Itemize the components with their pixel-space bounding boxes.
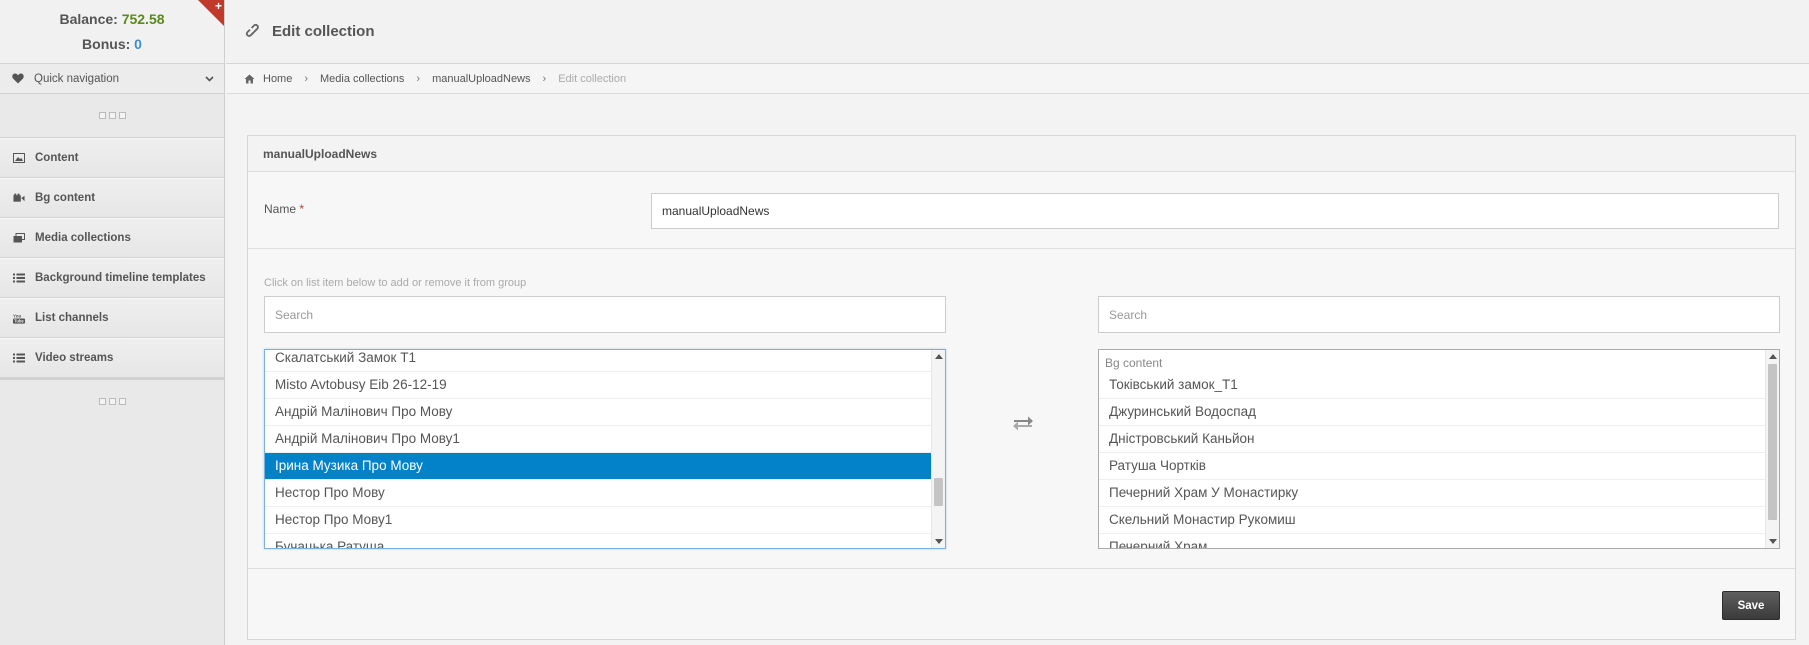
- sidebar-collapse-handle-bottom[interactable]: [0, 378, 224, 422]
- dot-icon: [98, 397, 106, 405]
- selected-items-list[interactable]: Bg content Токівський замок_Т1 Джуринськ…: [1098, 349, 1780, 549]
- plus-icon[interactable]: +: [215, 0, 222, 13]
- list-item[interactable]: Ратуша Чортків: [1099, 453, 1779, 480]
- list-item[interactable]: Токівський замок_Т1: [1099, 372, 1779, 399]
- balance-value: 752.58: [121, 11, 165, 27]
- dot-icon: [108, 112, 116, 119]
- sidebar-item-label: Media collections: [35, 232, 131, 244]
- list-scrollbar[interactable]: [931, 350, 945, 548]
- breadcrumb-collection-link[interactable]: manualUploadNews: [432, 73, 530, 85]
- list-item[interactable]: Бучацька Ратуша: [265, 534, 945, 548]
- sidebar-item-label: List channels: [35, 312, 109, 324]
- sidebar-item-list-channels[interactable]: You Tube List channels: [0, 298, 224, 338]
- dot-icon: [98, 112, 106, 119]
- scroll-up-icon[interactable]: [1769, 354, 1777, 359]
- balance-line: Balance: 752.58: [0, 0, 224, 27]
- quick-navigation-toggle[interactable]: Quick navigation: [0, 64, 224, 94]
- svg-text:Tube: Tube: [14, 318, 24, 323]
- sidebar-item-bg-content[interactable]: Bg content: [0, 178, 224, 218]
- sidebar-item-media-collections[interactable]: Media collections: [0, 218, 224, 258]
- bonus-line: Bonus: 0: [0, 27, 224, 52]
- dot-icon: [118, 112, 126, 119]
- name-input[interactable]: [651, 193, 1779, 229]
- swap-arrows-icon[interactable]: [1011, 413, 1035, 433]
- sidebar-item-video-streams[interactable]: Video streams: [0, 338, 224, 378]
- available-items-list[interactable]: Скалатський Замок Т1 Misto Avtobusy Eib …: [264, 349, 946, 549]
- breadcrumb-current: Edit collection: [558, 72, 627, 85]
- list-item[interactable]: Печерний Храм: [1099, 534, 1779, 548]
- sidebar-collapse-handle[interactable]: [0, 94, 224, 138]
- stack-icon: [13, 233, 25, 243]
- available-search-input[interactable]: [264, 296, 946, 333]
- chevron-right-icon: ›: [542, 72, 547, 85]
- section-divider: [248, 248, 1795, 249]
- list-item[interactable]: Джуринський Водоспад: [1099, 399, 1779, 426]
- sidebar-item-label: Video streams: [35, 352, 114, 364]
- bonus-value: 0: [134, 36, 142, 52]
- list-item[interactable]: Андрій Малінович Про Мову1: [265, 426, 945, 453]
- dot-icon: [108, 397, 116, 405]
- scroll-down-icon[interactable]: [1769, 539, 1777, 544]
- account-balance-box: + Balance: 752.58 Bonus: 0: [0, 0, 224, 64]
- save-button[interactable]: Save: [1722, 591, 1780, 620]
- list-item[interactable]: Нестор Про Мову: [265, 480, 945, 507]
- sidebar: + Balance: 752.58 Bonus: 0 Quick navigat…: [0, 0, 225, 645]
- required-marker: *: [299, 202, 305, 216]
- list-scrollbar[interactable]: [1765, 350, 1779, 548]
- list-hint: Click on list item below to add or remov…: [264, 277, 527, 289]
- bonus-label: Bonus:: [82, 36, 131, 52]
- sidebar-item-label: Bg content: [35, 192, 96, 204]
- footer-divider: [248, 568, 1795, 569]
- chevron-right-icon: ›: [304, 72, 309, 85]
- sidebar-item-label: Background timeline templates: [35, 272, 206, 284]
- youtube-icon: You Tube: [13, 313, 25, 323]
- scroll-thumb[interactable]: [934, 478, 943, 506]
- heart-icon: [12, 73, 24, 84]
- link-icon: [246, 23, 259, 37]
- chevron-right-icon: ›: [416, 72, 421, 85]
- list-item[interactable]: Скельний Монастир Рукомиш: [1099, 507, 1779, 534]
- name-label-text: Name: [264, 202, 297, 216]
- quick-navigation-label: Quick navigation: [34, 72, 120, 85]
- list-item-selected[interactable]: Ірина Музика Про Мову: [265, 453, 945, 480]
- list-icon: [13, 273, 25, 283]
- video-camera-icon: [13, 193, 25, 203]
- selected-search-input[interactable]: [1098, 296, 1780, 333]
- list-item[interactable]: Дністровський Каньйон: [1099, 426, 1779, 453]
- sidebar-item-content[interactable]: Content: [0, 138, 224, 178]
- list-group-header: Bg content: [1105, 356, 1163, 370]
- list-item[interactable]: Нестор Про Мову1: [265, 507, 945, 534]
- breadcrumb-media-collections-link[interactable]: Media collections: [320, 73, 404, 85]
- dot-icon: [118, 397, 126, 405]
- name-label: Name *: [264, 202, 304, 216]
- scroll-up-icon[interactable]: [935, 354, 943, 359]
- list-item[interactable]: Андрій Малінович Про Мову: [265, 399, 945, 426]
- page-header: Edit collection: [226, 0, 1809, 64]
- list-item[interactable]: Misto Avtobusy Eib 26-12-19: [265, 372, 945, 399]
- balance-label: Balance:: [59, 11, 118, 27]
- list-item[interactable]: Печерний Храм У Монастирку: [1099, 480, 1779, 507]
- home-icon: [244, 74, 255, 83]
- chevron-down-icon: [205, 75, 214, 82]
- breadcrumb-home-link[interactable]: Home: [263, 73, 292, 85]
- edit-collection-panel: manualUploadNews Name * Click on list it…: [247, 135, 1796, 640]
- list-item[interactable]: Скалатський Замок Т1: [265, 350, 945, 372]
- scroll-down-icon[interactable]: [935, 539, 943, 544]
- sidebar-item-label: Content: [35, 152, 79, 164]
- image-icon: [13, 153, 25, 163]
- breadcrumb: Home › Media collections › manualUploadN…: [226, 64, 1809, 94]
- sidebar-item-background-timeline-templates[interactable]: Background timeline templates: [0, 258, 224, 298]
- list-icon: [13, 353, 25, 363]
- panel-title: manualUploadNews: [248, 136, 1795, 172]
- scroll-thumb[interactable]: [1768, 364, 1777, 520]
- page-title: Edit collection: [272, 23, 375, 40]
